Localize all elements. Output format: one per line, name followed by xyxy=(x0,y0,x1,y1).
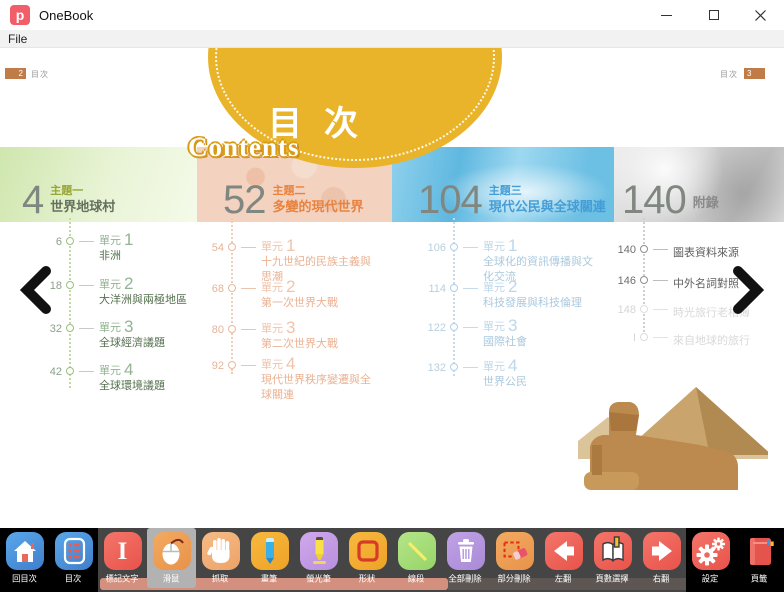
tool-line[interactable]: 線段 xyxy=(392,528,441,592)
sphinx-pyramid-image xyxy=(578,385,768,490)
window-controls xyxy=(643,0,784,30)
tool-toc[interactable]: 目次 xyxy=(49,528,98,592)
menu-bar: File xyxy=(0,30,784,48)
onebook-window: p OneBook File 2 目次 目次 3 目次 Contents 4 xyxy=(0,0,784,592)
chevron-right-icon xyxy=(733,266,765,314)
prev-page-arrow[interactable] xyxy=(19,266,51,319)
eraser-selection-icon xyxy=(496,532,534,570)
tool-highlighter[interactable]: 螢光筆 xyxy=(294,528,343,592)
tool-back-to-toc[interactable]: 回目次 xyxy=(0,528,49,592)
maximize-button[interactable] xyxy=(690,0,737,30)
toc-icon xyxy=(55,532,93,570)
tool-mouse[interactable]: 滑鼠 xyxy=(147,528,196,588)
tool-partial-delete[interactable]: 部分刪除 xyxy=(490,528,539,592)
bookmark-book-icon xyxy=(741,532,779,570)
toc-entry[interactable]: 114 單元2科技發展與科技倫理 xyxy=(420,279,603,311)
toc-entry[interactable]: 80 單元3第二次世界大戰 xyxy=(198,320,381,352)
title-bar: p OneBook xyxy=(0,0,784,30)
toc-entry[interactable]: 140 圖表資料來源 xyxy=(610,240,784,260)
trash-icon xyxy=(447,532,485,570)
menu-file[interactable]: File xyxy=(0,32,35,46)
bullet-ring-icon xyxy=(450,243,458,251)
hand-icon xyxy=(202,532,240,570)
highlighter-icon xyxy=(300,532,338,570)
line-icon xyxy=(398,532,436,570)
toc-entry[interactable]: 68 單元2第一次世界大戰 xyxy=(198,279,381,311)
gear-icon xyxy=(692,532,730,570)
toc-entry[interactable]: 132 單元4世界公民 xyxy=(420,358,603,390)
next-page-arrow[interactable] xyxy=(733,266,765,319)
tool-bar: 回目次 目次 I 標記文字 滑鼠 xyxy=(0,528,784,592)
window-title: OneBook xyxy=(39,8,93,23)
bullet-ring-icon xyxy=(228,325,236,333)
tool-page-tabs[interactable]: 頁籤 xyxy=(735,528,784,592)
bullet-ring-icon xyxy=(640,333,648,341)
tool-shape[interactable]: 形狀 xyxy=(343,528,392,592)
bullet-ring-icon xyxy=(228,243,236,251)
toc-entry[interactable]: 42 單元4全球環境議題 xyxy=(36,362,219,394)
onebook-logo-icon: p xyxy=(10,5,30,25)
pen-icon xyxy=(251,532,289,570)
tool-mark-text[interactable]: I 標記文字 xyxy=(98,528,147,592)
bullet-ring-icon xyxy=(450,323,458,331)
toc-entry[interactable]: 92 單元4現代世界秩序變遷與全球關連 xyxy=(198,356,381,402)
mouse-icon xyxy=(153,532,191,570)
toc-column-theme1: 6 單元1非洲 18 單元2大洋洲與兩極地區 32 單元3全球經濟議題 42 單… xyxy=(36,232,206,422)
bullet-ring-icon xyxy=(66,324,74,332)
section-header-theme1[interactable]: 4 主題一 世界地球村 xyxy=(22,184,115,217)
bullet-ring-icon xyxy=(66,281,74,289)
tool-flip-right[interactable]: 右翻 xyxy=(637,528,686,592)
arrow-right-icon xyxy=(643,532,681,570)
tool-page-select[interactable]: 頁數選擇 xyxy=(588,528,637,592)
toc-entry[interactable]: I 來自地球的旅行 xyxy=(610,328,784,348)
left-page-tab[interactable]: 2 xyxy=(5,68,26,79)
section-band-appendix: 140 附錄 xyxy=(614,147,784,222)
bullet-ring-icon xyxy=(640,276,648,284)
left-page-label: 目次 xyxy=(31,69,49,80)
toc-entry[interactable]: 32 單元3全球經濟議題 xyxy=(36,319,219,351)
tool-settings[interactable]: 設定 xyxy=(686,528,735,592)
section-band-theme3: 104 主題三 現代公民與全球關連 xyxy=(392,147,614,222)
section-band-theme1: 4 主題一 世界地球村 xyxy=(0,147,197,222)
bullet-ring-icon xyxy=(66,367,74,375)
home-icon xyxy=(6,532,44,570)
tool-grab[interactable]: 抓取 xyxy=(196,528,245,592)
chevron-left-icon xyxy=(19,266,51,314)
right-page-label: 目次 xyxy=(720,69,738,80)
toc-column-theme2: 54 單元1十九世紀的民族主義與思潮 68 單元2第一次世界大戰 80 單元3第… xyxy=(198,232,378,422)
minimize-button[interactable] xyxy=(643,0,690,30)
close-icon xyxy=(755,10,766,21)
toc-entry[interactable]: 18 單元2大洋洲與兩極地區 xyxy=(36,276,219,308)
toc-entry[interactable]: 122 單元3國際社會 xyxy=(420,318,603,350)
bullet-ring-icon xyxy=(640,305,648,313)
section-header-appendix[interactable]: 140 附錄 xyxy=(622,184,719,217)
tool-pen[interactable]: 畫筆 xyxy=(245,528,294,592)
right-page-tab[interactable]: 3 xyxy=(744,68,765,79)
bullet-ring-icon xyxy=(640,245,648,253)
section-header-theme2[interactable]: 52 主題二 多變的現代世界 xyxy=(223,184,364,217)
bullet-ring-icon xyxy=(450,363,458,371)
bullet-ring-icon xyxy=(66,237,74,245)
arrow-left-icon xyxy=(545,532,583,570)
bullet-ring-icon xyxy=(228,284,236,292)
shape-icon xyxy=(349,532,387,570)
toc-entry[interactable]: 6 單元1非洲 xyxy=(36,232,219,264)
toc-column-theme3: 106 單元1全球化的資訊傳播與文化交流 114 單元2科技發展與科技倫理 12… xyxy=(420,232,600,422)
book-page: 2 目次 目次 3 目次 Contents 4 主題一 世界地球村 52 xyxy=(0,48,784,528)
bullet-ring-icon xyxy=(450,284,458,292)
section-header-theme3[interactable]: 104 主題三 現代公民與全球關連 xyxy=(418,184,606,217)
text-marker-icon: I xyxy=(104,532,142,570)
close-button[interactable] xyxy=(737,0,784,30)
tool-delete-all[interactable]: 全部刪除 xyxy=(441,528,490,592)
bullet-ring-icon xyxy=(228,361,236,369)
tool-flip-left[interactable]: 左翻 xyxy=(539,528,588,592)
open-book-icon xyxy=(594,532,632,570)
page-title-english: Contents xyxy=(188,132,300,163)
